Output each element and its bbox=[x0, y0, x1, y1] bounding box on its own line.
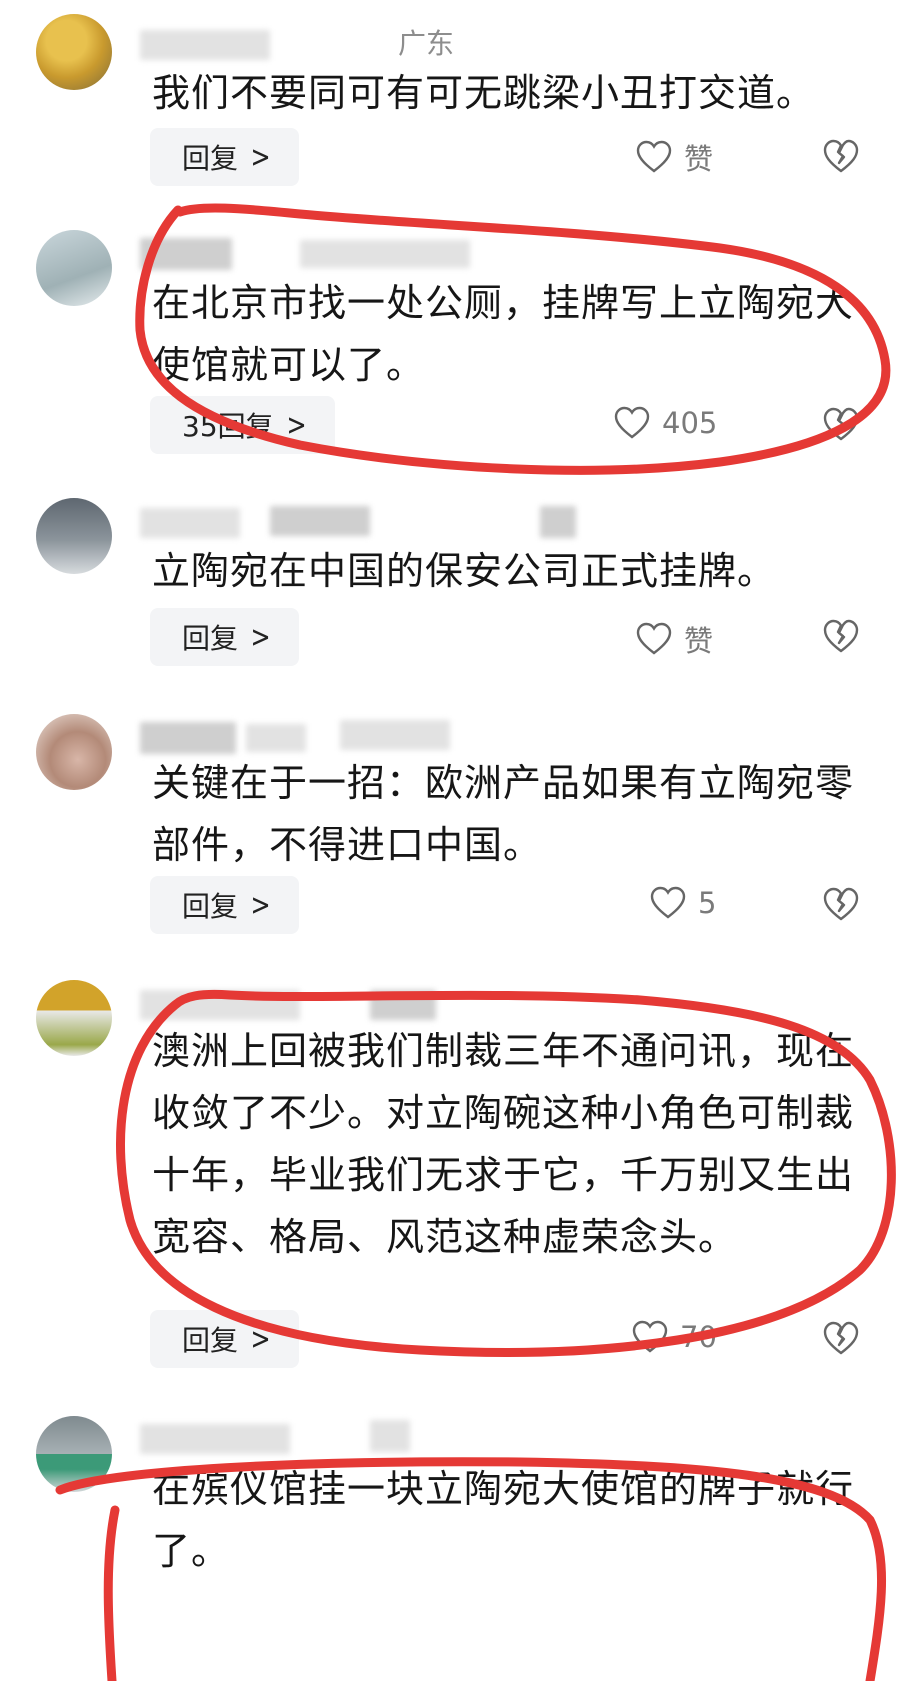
heart-outline-icon bbox=[650, 886, 686, 919]
username-blurred bbox=[140, 722, 236, 754]
location-label: 广东 bbox=[398, 27, 455, 60]
like-count: 5 bbox=[698, 886, 717, 920]
reply-label: 回复 bbox=[182, 890, 239, 923]
comment-text: 在北京市找一处公厕，挂牌写上立陶宛大使馆就可以了。 bbox=[152, 281, 855, 387]
heart-outline-icon bbox=[614, 406, 650, 439]
heart-outline-icon bbox=[636, 622, 672, 655]
comment-text: 关键在于一招：欧洲产品如果有立陶宛零部件，不得进口中国。 bbox=[152, 761, 855, 867]
username-blurred bbox=[140, 508, 240, 538]
reply-label: 回复 bbox=[182, 622, 239, 655]
like-count: 70 bbox=[680, 1320, 717, 1354]
meta-blurred bbox=[340, 720, 450, 750]
chevron-right-icon: > bbox=[250, 1321, 271, 1357]
like-button[interactable]: 70 bbox=[632, 1320, 717, 1354]
reply-button[interactable]: 回复 > bbox=[150, 608, 300, 666]
broken-heart-icon[interactable] bbox=[823, 1320, 859, 1356]
username-blurred bbox=[140, 238, 232, 270]
like-button[interactable]: 赞 bbox=[636, 618, 713, 660]
meta-blurred bbox=[540, 506, 576, 538]
username-blurred bbox=[140, 990, 300, 1020]
meta-blurred bbox=[246, 724, 306, 752]
comment-text: 我们不要同可有可无跳梁小丑打交道。 bbox=[152, 71, 816, 115]
like-count: 405 bbox=[662, 406, 718, 440]
reply-button[interactable]: 回复 > bbox=[150, 876, 300, 934]
reply-button[interactable]: 35回复 > bbox=[150, 396, 335, 454]
reply-button[interactable]: 回复 > bbox=[150, 128, 300, 186]
avatar[interactable] bbox=[36, 498, 112, 574]
reply-label: 回复 bbox=[182, 1324, 239, 1357]
like-count: 赞 bbox=[684, 624, 714, 658]
username-blurred bbox=[140, 30, 270, 60]
broken-heart-icon[interactable] bbox=[823, 138, 859, 174]
chevron-right-icon: > bbox=[250, 887, 271, 923]
chevron-right-icon: > bbox=[250, 619, 271, 655]
avatar[interactable] bbox=[36, 1416, 112, 1492]
comment-text: 立陶宛在中国的保安公司正式挂牌。 bbox=[152, 549, 777, 593]
broken-heart-icon[interactable] bbox=[823, 406, 859, 442]
avatar[interactable] bbox=[36, 714, 112, 790]
like-count: 赞 bbox=[684, 142, 714, 176]
reply-button[interactable]: 回复 > bbox=[150, 1310, 300, 1368]
avatar[interactable] bbox=[36, 230, 112, 306]
reply-label: 回复 bbox=[182, 142, 239, 175]
heart-outline-icon bbox=[632, 1320, 668, 1353]
like-button[interactable]: 405 bbox=[614, 406, 717, 440]
meta-blurred bbox=[300, 240, 470, 268]
avatar[interactable] bbox=[36, 980, 112, 1056]
comment-text: 在殡仪馆挂一块立陶宛大使馆的牌子就行了。 bbox=[152, 1467, 855, 1573]
like-button[interactable]: 赞 bbox=[636, 136, 713, 178]
meta-blurred bbox=[270, 506, 370, 536]
red-circle-annotation bbox=[103, 1505, 120, 1681]
meta-blurred bbox=[370, 990, 436, 1020]
heart-outline-icon bbox=[636, 140, 672, 173]
meta-blurred bbox=[370, 1420, 410, 1452]
broken-heart-icon[interactable] bbox=[823, 618, 859, 654]
chevron-right-icon: > bbox=[286, 407, 307, 443]
comment-text: 澳洲上回被我们制裁三年不通问讯，现在收敛了不少。对立陶碗这种小角色可制裁十年，毕… bbox=[152, 1029, 855, 1259]
broken-heart-icon[interactable] bbox=[823, 886, 859, 922]
username-blurred bbox=[140, 1424, 290, 1454]
avatar[interactable] bbox=[36, 14, 112, 90]
chevron-right-icon: > bbox=[250, 139, 271, 175]
like-button[interactable]: 5 bbox=[650, 886, 716, 920]
reply-label: 35回复 bbox=[182, 410, 274, 443]
